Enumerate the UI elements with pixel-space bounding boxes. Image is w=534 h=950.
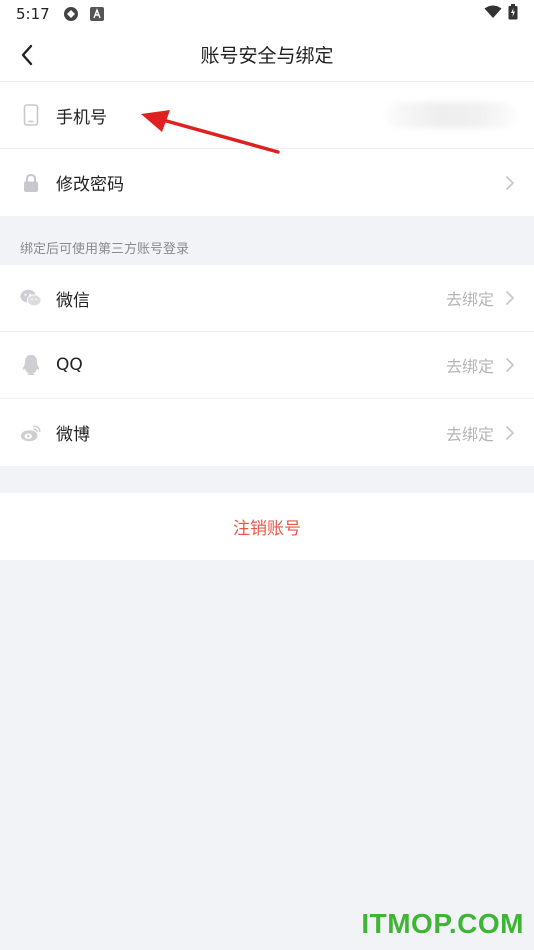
app-notification-icon [62, 5, 80, 23]
qq-icon [20, 354, 42, 376]
phone-right [386, 102, 516, 128]
status-time: 5:17 [16, 5, 50, 23]
chevron-left-icon [21, 44, 33, 66]
a-notification-icon [88, 5, 106, 23]
chevron-right-icon [504, 290, 516, 306]
wechat-bind-status: 去绑定 [445, 290, 494, 309]
qq-bind-status: 去绑定 [445, 357, 494, 376]
page-title: 账号安全与绑定 [200, 45, 334, 67]
qq-row[interactable]: QQ 去绑定 [0, 332, 534, 399]
masked-phone-number [386, 102, 516, 128]
change-password-label: 修改密码 [56, 175, 124, 195]
back-button[interactable] [12, 40, 42, 70]
wechat-label: 微信 [56, 290, 90, 311]
site-watermark: ITMOP.COM [361, 908, 524, 939]
account-group: 手机号 修改密码 [0, 82, 534, 216]
third-party-group: 微信 去绑定 QQ 去绑定 微博 去绑定 [0, 265, 534, 466]
wechat-right: 去绑定 [446, 286, 516, 310]
status-bar: 5:17 [0, 0, 534, 28]
phone-row[interactable]: 手机号 [0, 82, 534, 149]
wifi-icon [484, 5, 502, 23]
weibo-row[interactable]: 微博 去绑定 [0, 399, 534, 466]
change-password-row[interactable]: 修改密码 [0, 149, 534, 216]
weibo-right: 去绑定 [446, 421, 516, 445]
chevron-right-icon [504, 425, 516, 441]
chevron-right-icon [504, 175, 516, 191]
status-right [484, 4, 518, 24]
chevron-right-icon [504, 357, 516, 373]
phone-icon [20, 104, 42, 126]
weibo-icon [20, 422, 42, 444]
weibo-bind-status: 去绑定 [445, 424, 494, 444]
wechat-icon [20, 287, 42, 309]
lock-icon [20, 172, 42, 194]
wechat-row[interactable]: 微信 去绑定 [0, 265, 534, 332]
phone-label: 手机号 [56, 107, 107, 128]
qq-label: QQ [56, 355, 83, 375]
weibo-label: 微博 [56, 425, 90, 445]
battery-icon [508, 4, 518, 24]
delete-account-button[interactable]: 注销账号 [0, 493, 534, 560]
change-password-right [504, 175, 516, 191]
qq-right: 去绑定 [446, 353, 516, 377]
page: 5:17 账号安全与绑定 手机号 修改密码 绑定后可使用第三方账号登录 微信 去… [0, 0, 534, 950]
third-party-caption: 绑定后可使用第三方账号登录 [20, 242, 190, 257]
nav-header: 账号安全与绑定 [0, 28, 534, 82]
delete-account-label: 注销账号 [233, 519, 301, 539]
